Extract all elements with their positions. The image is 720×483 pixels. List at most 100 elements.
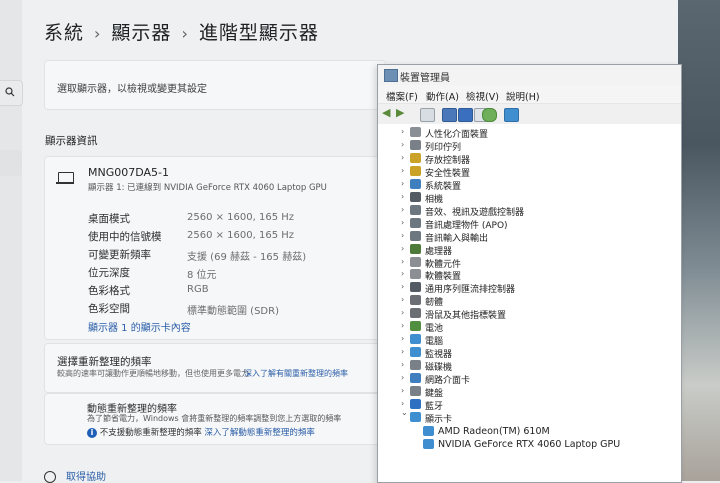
help-icon[interactable]	[458, 108, 473, 122]
search-icon	[5, 87, 15, 97]
device-category[interactable]: › 藍牙	[378, 398, 681, 412]
breadcrumb-system[interactable]: 系統	[44, 18, 84, 45]
device-category[interactable]: › 音效、視訊及遊戲控制器	[378, 204, 681, 218]
chevron-right-icon[interactable]: ›	[401, 360, 404, 369]
chevron-down-icon[interactable]: ⌄	[401, 408, 408, 417]
device-category[interactable]: › 系統裝置	[378, 178, 681, 192]
device-category[interactable]: › 軟體元件	[378, 256, 681, 270]
forward-icon[interactable]: ▶	[396, 106, 409, 119]
search-button[interactable]	[0, 80, 23, 106]
device-category[interactable]: › 軟體裝置	[378, 268, 681, 282]
camera-icon	[410, 191, 421, 202]
chevron-right-icon[interactable]: ›	[401, 282, 404, 291]
refresh-rate-desc: 較高的速率可讓動作更順暢地移動，但也使用更多電力	[57, 369, 249, 378]
chevron-right-icon[interactable]: ›	[401, 399, 404, 408]
chevron-right-icon[interactable]: ›	[401, 166, 404, 175]
chevron-right-icon[interactable]: ›	[401, 373, 404, 382]
device-category[interactable]: › 韌體	[378, 294, 681, 308]
computer-icon	[410, 334, 421, 345]
chevron-right-icon[interactable]: ›	[401, 140, 404, 149]
chevron-right-icon[interactable]: ›	[401, 334, 404, 343]
refresh-rate-card[interactable]: 選擇重新整理的頻率 較高的速率可讓動作更順暢地移動，但也使用更多電力 深入了解有…	[44, 343, 386, 393]
display-adapter-item[interactable]: AMD Radeon(TM) 610M	[378, 425, 681, 438]
device-category[interactable]: › 網路介面卡	[378, 372, 681, 386]
chevron-right-icon[interactable]: ›	[401, 218, 404, 227]
mouse-icon	[410, 308, 421, 319]
device-category[interactable]: › 音訊處理物件 (APO)	[378, 217, 681, 231]
chevron-right-icon[interactable]: ›	[401, 153, 404, 162]
breadcrumb: 系統 › 顯示器 › 進階型顯示器	[44, 18, 319, 45]
nav-strip	[0, 0, 22, 481]
battery-icon	[410, 321, 421, 332]
device-category[interactable]: › 音訊輸入與輸出	[378, 230, 681, 244]
chevron-right-icon[interactable]: ›	[401, 269, 404, 278]
audio-io-icon	[410, 230, 421, 241]
chevron-right-icon[interactable]: ›	[401, 295, 404, 304]
device-category[interactable]: › 列印佇列	[378, 139, 681, 153]
dm-title: 裝置管理員	[400, 73, 450, 84]
breadcrumb-display[interactable]: 顯示器	[111, 18, 171, 45]
dynamic-refresh-card: 動態重新整理的頻率 為了節省電力，Windows 會將重新整理的頻率調整到您上方…	[44, 393, 386, 445]
monitor-tool-icon[interactable]	[504, 108, 519, 122]
menu-view[interactable]: 檢視(V)	[466, 89, 499, 103]
info-value: 標準動態範圍 (SDR)	[187, 306, 279, 317]
chevron-right-icon[interactable]: ›	[401, 386, 404, 395]
device-category[interactable]: › 鍵盤	[378, 385, 681, 399]
chevron-right-icon[interactable]: ›	[401, 257, 404, 266]
device-manager-window: 裝置管理員 檔案(F) 動作(A) 檢視(V) 說明(H) ◀ ▶ › 人性化介面…	[377, 64, 682, 483]
menu-action[interactable]: 動作(A)	[426, 89, 459, 103]
select-display-card[interactable]: 選取顯示器，以檢視或變更其設定	[44, 60, 386, 110]
menu-help[interactable]: 說明(H)	[506, 89, 540, 103]
device-manager-icon	[384, 69, 398, 82]
chevron-right-icon[interactable]: ›	[401, 347, 404, 356]
monitor-desc: 顯示器 1: 已連線到 NVIDIA GeForce RTX 4060 Lapt…	[88, 183, 327, 193]
device-category[interactable]: › 監視器	[378, 346, 681, 360]
device-category[interactable]: › 處理器	[378, 243, 681, 257]
device-category[interactable]: › 人性化介面裝置	[378, 126, 681, 140]
apo-icon	[410, 217, 421, 228]
dm-menubar: 檔案(F) 動作(A) 檢視(V) 說明(H)	[378, 85, 681, 103]
get-help-link[interactable]: 取得協助	[66, 472, 106, 483]
device-category[interactable]: › 滑鼠及其他指標裝置	[378, 307, 681, 321]
device-category[interactable]: › 通用序列匯流排控制器	[378, 281, 681, 295]
chevron-right-icon[interactable]: ›	[401, 321, 404, 330]
info-value: 2560 × 1600, 165 Hz	[187, 230, 295, 241]
monitor-icon	[410, 347, 421, 358]
chevron-right-icon[interactable]: ›	[401, 244, 404, 253]
bluetooth-icon	[410, 398, 421, 409]
device-category[interactable]: › 電池	[378, 320, 681, 334]
device-category[interactable]: › 安全性裝置	[378, 165, 681, 179]
scan-hardware-icon[interactable]	[482, 108, 497, 122]
display-adapter-item[interactable]: NVIDIA GeForce RTX 4060 Laptop GPU	[378, 438, 681, 451]
dynamic-refresh-learn-link[interactable]: 深入了解動態重新整理的頻率	[204, 428, 315, 438]
adapter-properties-link[interactable]: 顯示器 1 的顯示卡內容	[88, 319, 191, 334]
processor-icon	[410, 243, 421, 254]
monitor-name: MNG007DA5-1	[88, 166, 170, 179]
adapter-label: NVIDIA GeForce RTX 4060 Laptop GPU	[438, 438, 621, 450]
info-value: RGB	[187, 284, 209, 295]
device-category[interactable]: › 磁碟機	[378, 359, 681, 373]
dm-titlebar[interactable]: 裝置管理員	[378, 65, 681, 85]
hid-icon	[410, 127, 421, 137]
device-category[interactable]: › 相機	[378, 191, 681, 205]
device-tree: › 人性化介面裝置 › 列印佇列 › 存放控制器 › 安全性裝置 › 系統裝置 › 相機 › 音效、視訊及…	[378, 124, 681, 482]
device-category[interactable]: › 電腦	[378, 333, 681, 347]
show-hide-tree-icon[interactable]	[420, 108, 435, 122]
properties-icon[interactable]	[442, 108, 457, 122]
back-icon[interactable]: ◀	[382, 106, 395, 119]
desktop-background	[678, 0, 720, 481]
nav-item-selected[interactable]	[0, 150, 22, 176]
device-category[interactable]: ⌄ 顯示卡	[378, 408, 681, 425]
network-icon	[410, 373, 421, 384]
chevron-right-icon[interactable]: ›	[401, 179, 404, 188]
menu-file[interactable]: 檔案(F)	[386, 89, 418, 103]
usb-icon	[410, 282, 421, 293]
chevron-right-icon[interactable]: ›	[401, 127, 404, 136]
refresh-rate-learn-link[interactable]: 深入了解有關重新整理的頻率	[244, 368, 348, 379]
chevron-right-icon[interactable]: ›	[401, 205, 404, 214]
chevron-right-icon[interactable]: ›	[401, 308, 404, 317]
device-category[interactable]: › 存放控制器	[378, 152, 681, 166]
dm-toolbar: ◀ ▶	[378, 103, 681, 125]
chevron-right-icon[interactable]: ›	[401, 231, 404, 240]
chevron-right-icon[interactable]: ›	[401, 192, 404, 201]
